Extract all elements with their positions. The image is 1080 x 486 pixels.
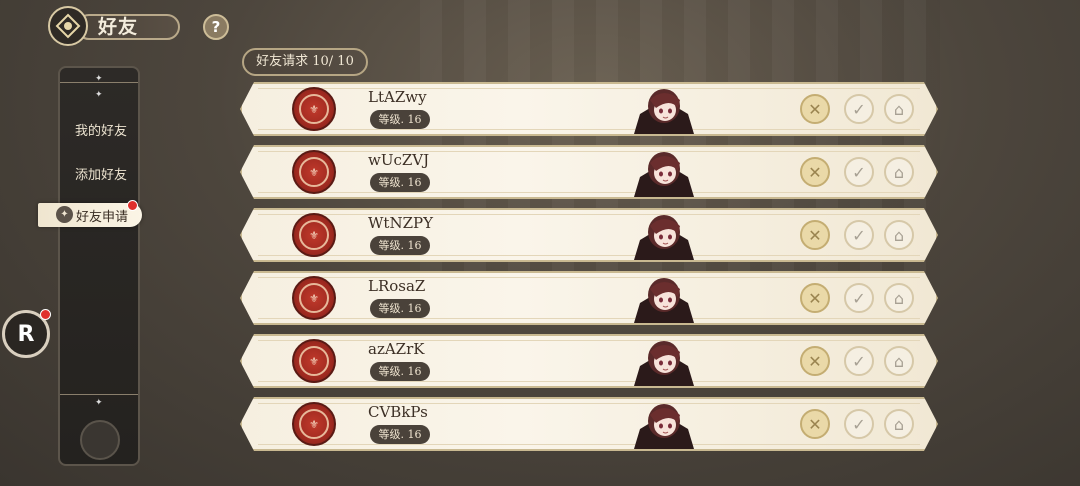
level-badge: 等级. 16: [370, 425, 430, 444]
player-name: azAZrK: [368, 340, 425, 358]
close-icon: ✕: [808, 288, 822, 308]
crest-icon: ⚜: [299, 220, 329, 250]
level-badge: 等级. 16: [370, 299, 430, 318]
check-icon: ✓: [852, 99, 866, 119]
row-background: [240, 208, 938, 262]
crest-icon: ⚜: [299, 409, 329, 439]
friend-request-row: ⚜ LRosaZ 等级. 16 ✕ ✓ ⌂: [240, 271, 938, 325]
row-background: [240, 334, 938, 388]
player-name: LRosaZ: [368, 277, 426, 295]
player-name: LtAZwy: [368, 88, 427, 106]
accept-button[interactable]: ✓: [844, 94, 874, 124]
level-badge: 等级. 16: [370, 110, 430, 129]
avatar[interactable]: ⚜: [292, 87, 336, 131]
friend-requests-count: 好友请求 10/ 10: [242, 48, 368, 76]
close-icon: ✕: [808, 99, 822, 119]
level-badge: 等级. 16: [370, 362, 430, 381]
player-name: wUcZVJ: [368, 151, 430, 169]
visit-home-button[interactable]: ⌂: [884, 220, 914, 250]
check-icon: ✓: [852, 288, 866, 308]
character-portrait: [630, 84, 698, 134]
help-button[interactable]: ?: [203, 14, 229, 40]
friend-request-row: ⚜ azAZrK 等级. 16 ✕ ✓ ⌂: [240, 334, 938, 388]
row-background: [240, 271, 938, 325]
check-icon: ✓: [852, 225, 866, 245]
crest-icon: [80, 420, 120, 460]
house-icon: ⌂: [893, 288, 905, 308]
divider: [60, 394, 138, 395]
notification-dot: [127, 200, 138, 211]
reject-button[interactable]: ✕: [800, 157, 830, 187]
check-icon: ✓: [852, 162, 866, 182]
visit-home-button[interactable]: ⌂: [884, 94, 914, 124]
crest-icon: ⚜: [299, 94, 329, 124]
character-portrait: [630, 399, 698, 449]
notification-dot: [40, 309, 51, 320]
row-background: [240, 82, 938, 136]
divider: [60, 82, 138, 83]
crest-icon: ⚜: [299, 346, 329, 376]
avatar[interactable]: ⚜: [292, 339, 336, 383]
close-icon: ✕: [808, 351, 822, 371]
accept-button[interactable]: ✓: [844, 346, 874, 376]
house-icon: ⌂: [893, 99, 905, 119]
friend-request-row: ⚜ LtAZwy 等级. 16 ✕ ✓ ⌂: [240, 82, 938, 136]
sidebar-item-add-friend[interactable]: 添加好友: [60, 164, 142, 183]
reject-button[interactable]: ✕: [800, 283, 830, 313]
check-icon: ✓: [852, 351, 866, 371]
level-badge: 等级. 16: [370, 173, 430, 192]
star-icon: ✦: [56, 206, 73, 223]
visit-home-button[interactable]: ⌂: [884, 283, 914, 313]
avatar[interactable]: ⚜: [292, 150, 336, 194]
visit-home-button[interactable]: ⌂: [884, 157, 914, 187]
reject-button[interactable]: ✕: [800, 94, 830, 124]
sidebar-item-label: 好友申请: [76, 210, 129, 225]
row-background: [240, 397, 938, 451]
sidebar: ✦ ✦ 我的好友 添加好友 ✦: [58, 66, 140, 466]
reject-button[interactable]: ✕: [800, 409, 830, 439]
character-portrait: [630, 273, 698, 323]
avatar[interactable]: ⚜: [292, 276, 336, 320]
avatar[interactable]: ⚜: [292, 213, 336, 257]
crest-icon: ⚜: [299, 157, 329, 187]
accept-button[interactable]: ✓: [844, 220, 874, 250]
friend-request-row: ⚜ CVBkPs 等级. 16 ✕ ✓ ⌂: [240, 397, 938, 451]
crest-icon: ⚜: [299, 283, 329, 313]
house-icon: ⌂: [893, 162, 905, 182]
sparkle-icon: ✦: [95, 398, 103, 408]
character-portrait: [630, 336, 698, 386]
house-icon: ⌂: [893, 351, 905, 371]
close-icon: ✕: [808, 225, 822, 245]
row-background: [240, 145, 938, 199]
level-badge: 等级. 16: [370, 236, 430, 255]
house-icon: ⌂: [893, 414, 905, 434]
page-title: 好友: [98, 16, 139, 38]
player-name: CVBkPs: [368, 403, 428, 421]
friends-emblem-icon: [48, 6, 88, 46]
visit-home-button[interactable]: ⌂: [884, 346, 914, 376]
friend-request-row: ⚜ WtNZPY 等级. 16 ✕ ✓ ⌂: [240, 208, 938, 262]
friend-request-row: ⚜ wUcZVJ 等级. 16 ✕ ✓ ⌂: [240, 145, 938, 199]
avatar[interactable]: ⚜: [292, 402, 336, 446]
visit-home-button[interactable]: ⌂: [884, 409, 914, 439]
character-portrait: [630, 210, 698, 260]
accept-button[interactable]: ✓: [844, 283, 874, 313]
player-name: WtNZPY: [368, 214, 433, 232]
close-icon: ✕: [808, 414, 822, 434]
header: 好友: [48, 6, 184, 46]
sparkle-icon: ✦: [95, 90, 103, 100]
reject-button[interactable]: ✕: [800, 346, 830, 376]
reject-button[interactable]: ✕: [800, 220, 830, 250]
close-icon: ✕: [808, 162, 822, 182]
check-icon: ✓: [852, 414, 866, 434]
accept-button[interactable]: ✓: [844, 409, 874, 439]
character-portrait: [630, 147, 698, 197]
accept-button[interactable]: ✓: [844, 157, 874, 187]
sidebar-item-my-friends[interactable]: 我的好友: [60, 120, 142, 139]
house-icon: ⌂: [893, 225, 905, 245]
